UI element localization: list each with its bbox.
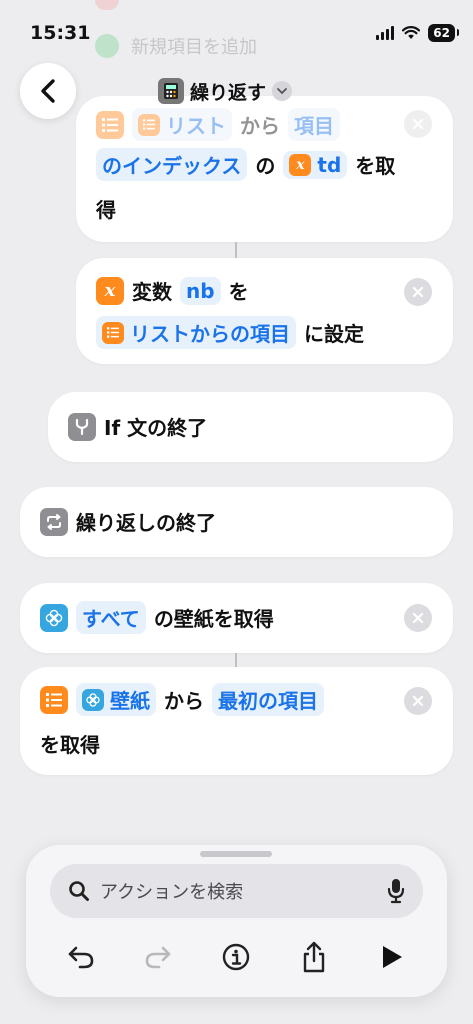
text-get: を取	[355, 154, 396, 178]
remove-action-button[interactable]	[404, 110, 432, 138]
connector-line	[235, 653, 237, 667]
chevron-down-icon	[272, 81, 293, 101]
flower-icon	[82, 688, 104, 711]
undo-button[interactable]	[59, 935, 103, 979]
close-icon	[412, 286, 424, 298]
action-card-end-repeat[interactable]: 繰り返しの終了	[20, 487, 453, 557]
flower-icon	[40, 603, 68, 632]
list-icon	[96, 110, 124, 139]
toolbar-actions	[26, 935, 447, 979]
token-all-label: すべて	[82, 607, 140, 631]
bottom-toolbar: アクションを検索	[26, 845, 447, 997]
token-variable-name-label: nb	[186, 278, 215, 303]
search-input[interactable]: アクションを検索	[50, 864, 423, 918]
back-button[interactable]	[20, 63, 76, 119]
text-no: の	[255, 154, 276, 178]
end-if-label: If 文の終了	[104, 416, 208, 440]
status-icons: 62	[376, 24, 459, 42]
end-if-row: If 文の終了	[68, 412, 207, 441]
list-icon	[138, 113, 160, 136]
search-placeholder: アクションを検索	[100, 882, 244, 903]
text-get: を取得	[40, 733, 100, 757]
text-from: から	[240, 114, 280, 138]
status-bar: 15:31 62	[0, 0, 473, 60]
list-icon	[102, 321, 124, 344]
page-title: 繰り返す	[190, 81, 267, 104]
get-item-row-1: リスト から 項目	[96, 108, 340, 141]
token-index-label: のインデックス	[102, 154, 242, 178]
text-wo: を	[228, 280, 249, 304]
set-var-row-1: x 変数 nb を	[96, 276, 249, 305]
microphone-icon[interactable]	[387, 878, 405, 904]
set-var-row-2: リストからの項目 に設定	[96, 316, 364, 349]
text-set: に設定	[304, 322, 364, 346]
repeat-icon	[40, 507, 68, 536]
token-var-label: td	[317, 152, 342, 177]
battery-indicator: 62	[428, 24, 459, 42]
token-wallpaper[interactable]: 壁紙	[76, 683, 156, 716]
connector-line	[235, 242, 237, 258]
text-get-2: 得	[96, 198, 116, 222]
get-wallpaper-text: の壁紙を取得	[153, 607, 274, 631]
token-index[interactable]: のインデックス	[96, 148, 248, 181]
close-icon	[412, 118, 424, 130]
end-repeat-label: 繰り返しの終了	[76, 511, 216, 535]
get-from-row-2: を取得	[40, 729, 100, 758]
action-card-get-from-wallpaper[interactable]: 壁紙 から 最初の項目 を取得	[20, 667, 453, 775]
variable-x-icon: x	[96, 276, 124, 305]
end-repeat-row: 繰り返しの終了	[40, 507, 216, 536]
action-card-get-item[interactable]: リスト から 項目 のインデックス の x td を取 得	[76, 96, 453, 242]
token-list-item[interactable]: リストからの項目	[96, 316, 296, 349]
info-button[interactable]	[214, 935, 258, 979]
remove-action-button[interactable]	[404, 604, 432, 632]
remove-action-button[interactable]	[404, 687, 432, 715]
token-variable-td[interactable]: x td	[283, 150, 348, 179]
variable-x-icon: x	[289, 153, 312, 176]
token-variable-name[interactable]: nb	[180, 276, 221, 305]
token-list[interactable]: リスト	[132, 108, 232, 141]
token-first-item-label: 最初の項目	[218, 689, 318, 713]
token-item-label: 項目	[294, 114, 334, 138]
sheet-grabber[interactable]	[200, 851, 272, 857]
title-menu[interactable]: 繰り返す	[158, 76, 293, 106]
chevron-left-icon	[41, 79, 55, 103]
share-button[interactable]	[292, 935, 336, 979]
branch-icon	[68, 412, 96, 441]
remove-action-button[interactable]	[404, 278, 432, 306]
close-icon	[412, 612, 424, 624]
redo-button[interactable]	[136, 935, 180, 979]
token-list-label: リスト	[166, 114, 226, 138]
cellular-signal-icon	[376, 26, 395, 40]
get-from-row-1: 壁紙 から 最初の項目	[40, 683, 324, 716]
list-icon	[40, 685, 68, 714]
info-icon	[222, 943, 250, 971]
undo-icon	[68, 946, 94, 969]
play-icon	[383, 946, 402, 968]
share-icon	[303, 941, 325, 973]
text-variable: 変数	[132, 280, 172, 304]
get-item-row-3: 得	[96, 194, 116, 223]
close-icon	[412, 695, 424, 707]
action-card-set-variable[interactable]: x 変数 nb を リストからの項目 に設定	[76, 258, 453, 364]
wifi-icon	[402, 26, 421, 39]
action-card-end-if[interactable]: If 文の終了	[48, 392, 453, 462]
token-item[interactable]: 項目	[288, 108, 340, 141]
search-icon	[69, 881, 89, 901]
action-card-get-wallpaper[interactable]: すべて の壁紙を取得	[20, 583, 453, 653]
redo-icon	[145, 946, 171, 969]
run-button[interactable]	[370, 935, 414, 979]
token-first-item[interactable]: 最初の項目	[212, 683, 324, 716]
token-all[interactable]: すべて	[76, 601, 146, 634]
get-wallpaper-row: すべて の壁紙を取得	[40, 601, 274, 634]
status-time: 15:31	[30, 22, 91, 44]
token-list-item-label: リストからの項目	[130, 322, 290, 346]
text-from: から	[164, 689, 204, 713]
token-wallpaper-label: 壁紙	[110, 689, 150, 713]
get-item-row-2: のインデックス の x td を取	[96, 148, 395, 181]
calculator-icon	[158, 78, 184, 104]
